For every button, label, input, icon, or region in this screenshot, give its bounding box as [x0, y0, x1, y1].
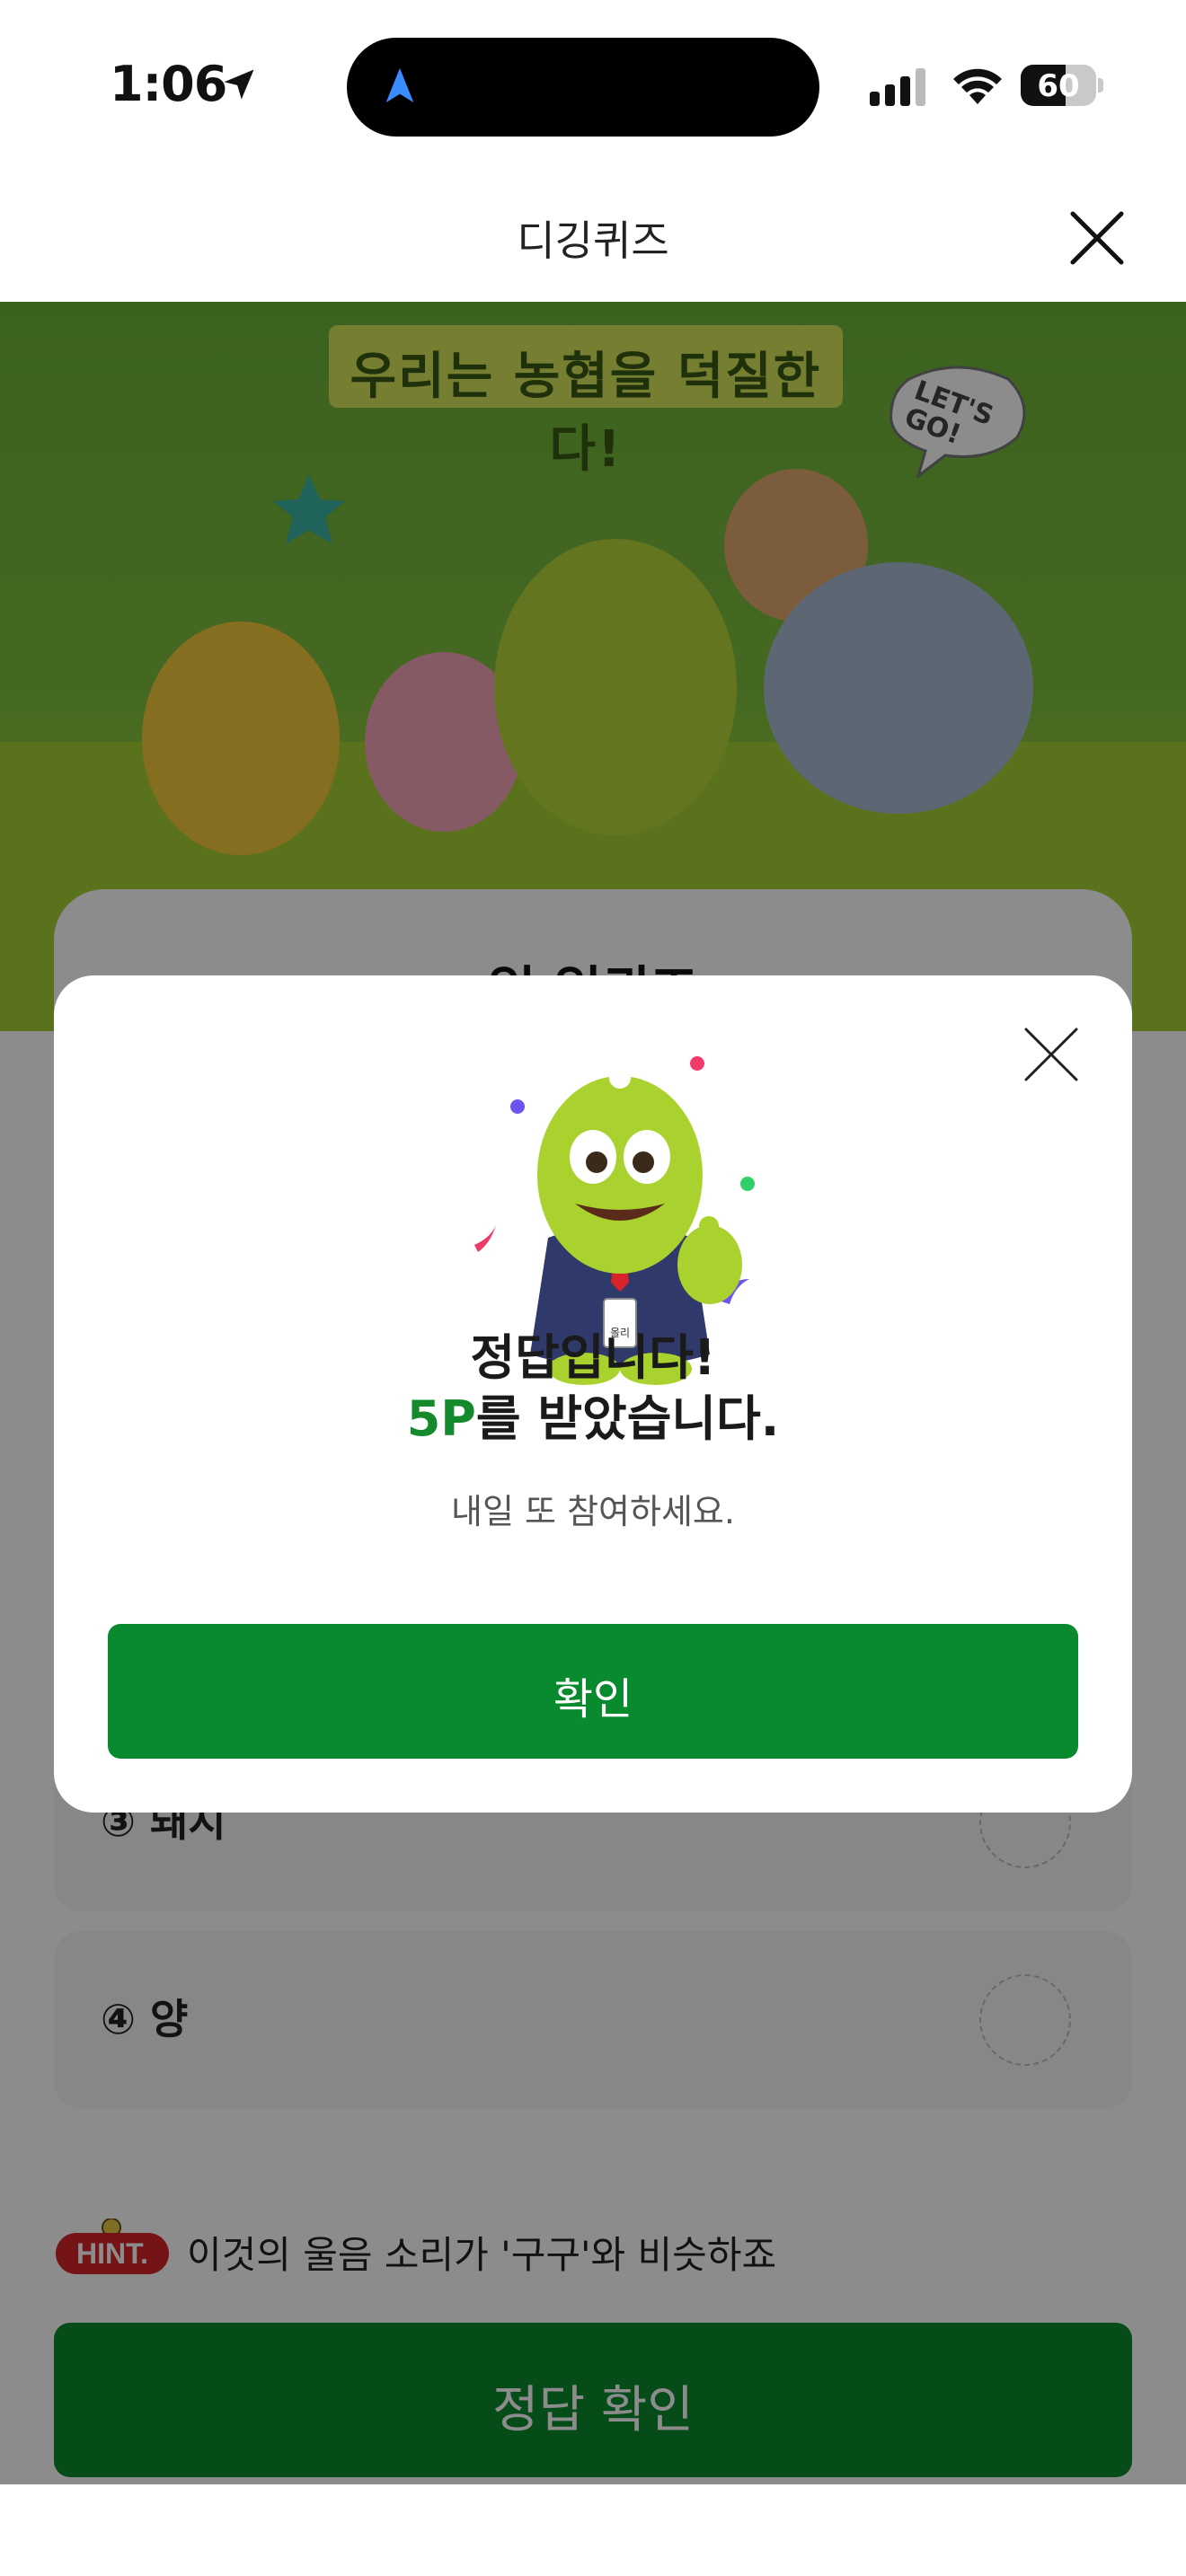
nav-header: 디깅퀴즈	[0, 171, 1186, 302]
quiz-page: 1:06 60 디깅퀴즈 우리는 농협을 덕질한다! LET'S GO! ③ 돼…	[0, 0, 1186, 2576]
cellular-signal-icon	[870, 68, 925, 106]
battery-percent: 60	[1037, 68, 1080, 104]
page-title: 디깅퀴즈	[517, 216, 669, 265]
confirm-button-label: 확인	[553, 1674, 633, 1725]
modal-subtitle: 내일 또 참여하세요.	[451, 1492, 735, 1531]
battery-icon: 60	[1021, 65, 1103, 106]
modal-points-message: 5P를 받았습니다.	[54, 1389, 1132, 1450]
close-icon[interactable]	[1066, 207, 1128, 269]
dynamic-island	[347, 38, 819, 137]
home-indicator-area	[0, 2484, 1186, 2576]
battery-body: 60	[1021, 65, 1096, 106]
modal-title: 정답입니다!	[470, 1329, 716, 1386]
wifi-icon	[953, 68, 1002, 104]
location-arrow-icon	[224, 69, 254, 100]
result-modal: 올리 정답입니다! 5P를 받았습니다. 내일 또 참여하세요. 확인	[54, 975, 1132, 1813]
points-suffix: 를 받았습니다.	[475, 1390, 780, 1447]
status-bar: 1:06 60	[0, 0, 1186, 171]
battery-cap	[1098, 78, 1103, 93]
confirm-button[interactable]: 확인	[108, 1624, 1078, 1759]
navigation-icon	[385, 67, 414, 103]
close-icon[interactable]	[1022, 1026, 1080, 1083]
status-time: 1:06	[110, 56, 227, 112]
points-value: 5P	[406, 1390, 476, 1447]
